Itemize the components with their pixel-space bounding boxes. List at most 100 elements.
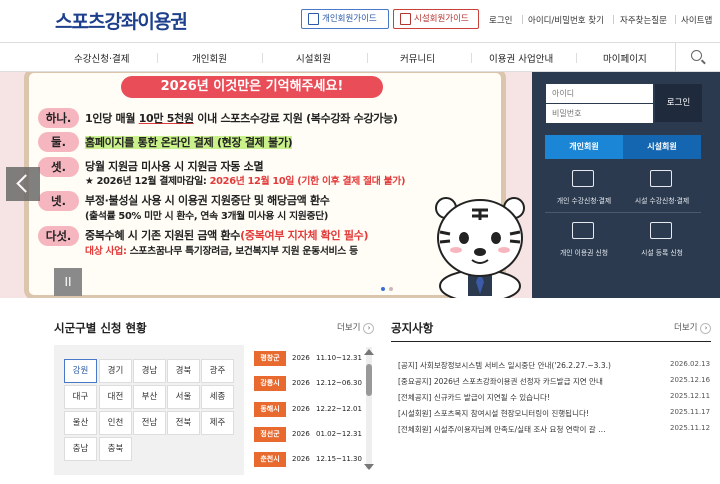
site-logo[interactable]: 스포츠강좌이용권 <box>55 7 188 34</box>
password-input[interactable] <box>546 104 653 123</box>
region-cell[interactable]: 대전 <box>99 385 132 409</box>
region-cell[interactable]: 전북 <box>167 411 200 435</box>
quick-facility-register[interactable]: 시설 등록 신청 <box>623 216 701 262</box>
util-faq-link[interactable]: 자주찾는질문 <box>620 14 667 26</box>
facility-guide-label: 시설회원가이드 <box>414 14 469 24</box>
region-cell[interactable]: 경북 <box>167 359 200 383</box>
tiger-mascot-image <box>435 197 525 298</box>
notice-item[interactable]: [전체회원] 시설주/이용자님께 만족도/실태 조사 요청 연락이 갈 … 202… <box>398 424 713 436</box>
building-icon <box>400 13 411 25</box>
banner-headline: 2026년 이것만은 기억해주세요! <box>121 76 383 98</box>
region-cell[interactable]: 인천 <box>99 411 132 435</box>
util-divider <box>675 15 676 24</box>
banner-dot-active[interactable] <box>381 287 385 291</box>
banner-tag-5: 다섯. <box>38 226 79 246</box>
nav-item-mypage[interactable]: 마이페이지 <box>603 51 647 65</box>
banner-tag-4: 넷. <box>38 191 79 211</box>
region-cell[interactable]: 광주 <box>201 359 234 383</box>
nav-item-personal[interactable]: 개인회원 <box>192 51 227 65</box>
hand-card-icon <box>572 222 594 239</box>
id-input[interactable] <box>546 84 653 103</box>
nav-divider <box>157 53 158 63</box>
notice-item[interactable]: [시설회원] 스포츠복지 참여시설 현장모니터링이 진행됩니다! 2025.11.… <box>398 408 713 420</box>
nav-item-community[interactable]: 커뮤니티 <box>400 51 435 65</box>
personal-guide-button[interactable]: 개인회원가이드 <box>301 9 389 29</box>
region-cell[interactable]: 경남 <box>133 359 166 383</box>
util-divider <box>613 15 614 24</box>
util-divider <box>522 15 523 24</box>
register-icon <box>650 222 672 239</box>
nav-divider <box>367 53 368 63</box>
banner-line-2: 홈페이지를 통한 온라인 결제 (현장 결제 불가) <box>85 136 293 149</box>
notice-divider <box>391 341 711 342</box>
quick-label: 시설 등록 신청 <box>641 249 683 257</box>
region-cell[interactable]: 강원 <box>64 359 97 383</box>
login-panel: 로그인 개인회원 시설회원 개인 수강신청·결제 시설 수강신청·결제 개인 이… <box>532 72 720 298</box>
schedule-scroll-thumb[interactable] <box>366 364 372 396</box>
region-cell[interactable]: 전남 <box>133 411 166 435</box>
nav-item-enroll[interactable]: 수강신청·결제 <box>74 51 129 65</box>
laptop-icon <box>650 170 672 187</box>
plus-icon: › <box>363 323 375 334</box>
region-cell[interactable]: 세종 <box>201 385 234 409</box>
util-sitemap-link[interactable]: 사이트맵 <box>681 14 712 26</box>
util-login-link[interactable]: 로그인 <box>489 14 512 26</box>
notice-item[interactable]: [전체공지] 신규카드 발급이 지연될 수 있습니다! 2025.12.11 <box>398 392 713 404</box>
banner-line-3-sub: ★ 2026년 12월 결제마감일: 2026년 12월 10일 (기한 이후 … <box>85 176 406 187</box>
region-cell[interactable]: 제주 <box>201 411 234 435</box>
document-icon <box>308 13 319 25</box>
nav-item-facility[interactable]: 시설회원 <box>296 51 331 65</box>
banner-line-4: 부정·불성실 사용 시 이용권 지원중단 및 해당금액 환수 <box>85 194 330 207</box>
banner-tag-1: 하나. <box>38 108 79 128</box>
nav-item-business[interactable]: 이용권 사업안내 <box>489 51 553 65</box>
region-cell[interactable]: 울산 <box>64 411 97 435</box>
banner-dot[interactable] <box>389 287 393 291</box>
region-cell[interactable]: 서울 <box>167 385 200 409</box>
scroll-down-icon[interactable] <box>364 464 374 470</box>
quick-personal-apply[interactable]: 개인 이용권 신청 <box>545 216 623 262</box>
main-nav: 수강신청·결제 개인회원 시설회원 커뮤니티 이용권 사업안내 마이페이지 <box>0 42 720 72</box>
quick-facility-enroll[interactable]: 시설 수강신청·결제 <box>623 164 701 210</box>
tab-facility[interactable]: 시설회원 <box>623 135 701 159</box>
banner-tag-2: 둘. <box>38 132 79 152</box>
util-find-account-link[interactable]: 아이디/비밀번호 찾기 <box>528 14 604 26</box>
search-icon <box>691 50 702 61</box>
nav-search-button[interactable] <box>675 43 720 71</box>
region-cell[interactable]: 충남 <box>64 437 97 461</box>
tab-personal[interactable]: 개인회원 <box>545 135 623 159</box>
banner-prev-button[interactable] <box>6 167 40 201</box>
region-cell[interactable]: 대구 <box>64 385 97 409</box>
top-header: 스포츠강좌이용권 개인회원가이드 시설회원가이드 로그인 아이디/비밀번호 찾기… <box>0 0 720 42</box>
scroll-up-icon[interactable] <box>364 349 374 355</box>
banner-tag-3: 셋. <box>38 157 79 177</box>
quick-divider <box>545 212 701 213</box>
schedule-row[interactable]: 동해시 2026 12.22~12.01 <box>254 402 364 417</box>
quick-label: 개인 이용권 신청 <box>559 249 609 257</box>
region-cell[interactable]: 충북 <box>99 437 132 461</box>
nav-divider <box>471 53 472 63</box>
region-section-title: 시군구별 신청 현황 <box>54 321 147 335</box>
schedule-row[interactable]: 춘천시 2026 12.15~11.30 <box>254 452 364 467</box>
banner-line-6: 대상 사업: 스포츠꿈나무 특기장려금, 보건복지부 지원 운동서비스 등 <box>85 246 358 257</box>
schedule-row[interactable]: 정선군 2026 01.02~12.31 <box>254 427 364 442</box>
region-cell[interactable]: 경기 <box>99 359 132 383</box>
personal-guide-label: 개인회원가이드 <box>322 14 377 24</box>
notice-item[interactable]: [중요공지] 2026년 스포츠강좌이용권 선정자 카드발급 지연 안내 2025… <box>398 376 713 388</box>
quick-label: 개인 수강신청·결제 <box>556 197 612 205</box>
quick-label: 시설 수강신청·결제 <box>634 197 690 205</box>
region-more-link[interactable]: 더보기 › <box>337 321 375 334</box>
quick-personal-enroll[interactable]: 개인 수강신청·결제 <box>545 164 623 210</box>
nav-divider <box>576 53 577 63</box>
plus-icon: › <box>700 323 712 334</box>
nav-divider <box>262 53 263 63</box>
banner-pause-button[interactable]: II <box>54 268 82 296</box>
login-button[interactable]: 로그인 <box>655 84 702 122</box>
region-cell[interactable]: 부산 <box>133 385 166 409</box>
banner-line-1: 1인당 매월 10만 5천원 이내 스포츠수강료 지원 (복수강좌 수강가능) <box>85 112 398 125</box>
notice-more-link[interactable]: 더보기 › <box>674 321 712 334</box>
schedule-row[interactable]: 강릉시 2026 12.12~06.30 <box>254 376 364 391</box>
notice-section-title: 공지사항 <box>391 321 434 335</box>
facility-guide-button[interactable]: 시설회원가이드 <box>393 9 479 29</box>
notice-item[interactable]: [공지] 사회보장정보시스템 서비스 일시중단 안내('26.2.27.~3.3… <box>398 360 713 372</box>
schedule-row[interactable]: 평창군 2026 11.10~12.31 <box>254 351 364 366</box>
